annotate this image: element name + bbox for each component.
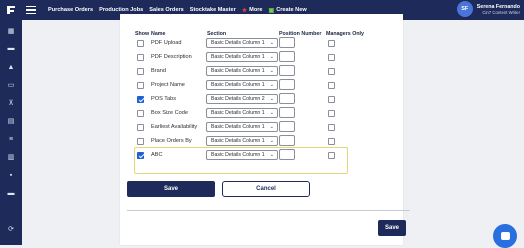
field-name: Brand — [151, 68, 166, 74]
section-select[interactable]: Basic Details Column 1 ⌄ — [206, 66, 278, 76]
show-checkbox[interactable] — [137, 96, 144, 103]
table-row: PDF Upload Basic Details Column 1 ⌄ — [120, 37, 403, 51]
chat-icon — [500, 232, 510, 240]
logo-icon[interactable] — [0, 0, 22, 20]
field-name: POS Tabs — [151, 96, 177, 102]
nav-sales-orders[interactable]: Sales Orders — [149, 7, 184, 13]
user-name: Serena Fernando — [476, 3, 520, 10]
document-icon[interactable]: ▤ — [7, 118, 15, 126]
avatar[interactable]: SF — [456, 1, 473, 17]
chevron-down-icon: ⌄ — [269, 54, 274, 60]
field-name: Box Size Code — [151, 110, 189, 116]
managers-only-checkbox[interactable] — [328, 54, 335, 61]
show-checkbox[interactable] — [137, 124, 144, 131]
managers-only-checkbox[interactable] — [328, 152, 335, 159]
chevron-down-icon: ⌄ — [269, 138, 274, 144]
show-checkbox[interactable] — [137, 54, 144, 61]
nav-production-jobs[interactable]: Production Jobs — [99, 7, 143, 13]
position-input[interactable] — [279, 107, 295, 118]
managers-only-checkbox[interactable] — [328, 82, 335, 89]
table-row: ABC Basic Details Column 1 ⌄ — [120, 149, 403, 163]
sidebar: ▦ ▬ ▲ ▭ ⊼ ▤ ≡ ▥ ▪ ▬ ⟳ — [0, 20, 22, 245]
chevron-down-icon: ⌄ — [269, 152, 274, 158]
table-row: Box Size Code Basic Details Column 1 ⌄ — [120, 107, 403, 121]
position-input[interactable] — [279, 149, 295, 160]
dashboard-icon[interactable]: ▦ — [7, 28, 15, 36]
field-name: PDF Upload — [151, 40, 182, 46]
position-input[interactable] — [279, 79, 295, 90]
field-name: Project Name — [151, 82, 185, 88]
menu-icon[interactable] — [26, 0, 40, 20]
table-row: Brand Basic Details Column 1 ⌄ — [120, 65, 403, 79]
field-name: Earliest Availability — [151, 124, 198, 130]
user-menu[interactable]: SF Serena Fernando Cin7 Content Writer — [456, 1, 520, 17]
table-row: POS Tabs Basic Details Column 2 ⌄ — [120, 93, 403, 107]
table-row: Project Name Basic Details Column 1 ⌄ — [120, 79, 403, 93]
inbox-icon[interactable]: ▬ — [7, 45, 15, 53]
managers-only-checkbox[interactable] — [328, 96, 335, 103]
divider — [127, 210, 410, 211]
show-checkbox[interactable] — [137, 138, 144, 145]
chevron-down-icon: ⌄ — [269, 40, 274, 46]
star-icon: ★ — [241, 7, 248, 14]
plus-square-icon: ▣ — [268, 7, 275, 14]
position-input[interactable] — [279, 65, 295, 76]
main-nav: Purchase Orders Production Jobs Sales Or… — [48, 7, 307, 14]
settings-icon[interactable]: ⟳ — [7, 226, 15, 234]
managers-only-checkbox[interactable] — [328, 124, 335, 131]
save-button[interactable]: Save — [127, 181, 215, 197]
section-select[interactable]: Basic Details Column 2 ⌄ — [206, 94, 278, 104]
folder-icon[interactable]: ▭ — [7, 82, 15, 90]
user-role: Cin7 Content Writer — [482, 9, 520, 15]
section-select[interactable]: Basic Details Column 1 ⌄ — [206, 108, 278, 118]
chat-launcher[interactable] — [493, 224, 517, 248]
managers-only-checkbox[interactable] — [328, 40, 335, 47]
managers-only-checkbox[interactable] — [328, 138, 335, 145]
section-select[interactable]: Basic Details Column 1 ⌄ — [206, 80, 278, 90]
section-select[interactable]: Basic Details Column 1 ⌄ — [206, 136, 278, 146]
section-select[interactable]: Basic Details Column 1 ⌄ — [206, 52, 278, 62]
user-info: Serena Fernando Cin7 Content Writer — [477, 4, 520, 15]
table-row: PDF Description Basic Details Column 1 ⌄ — [120, 51, 403, 65]
position-input[interactable] — [279, 51, 295, 62]
position-input[interactable] — [279, 93, 295, 104]
save-button-bottom[interactable]: Save — [378, 220, 406, 236]
table-row: Earliest Availability Basic Details Colu… — [120, 121, 403, 135]
field-name: PDF Description — [151, 54, 192, 60]
nav-stocktake-master[interactable]: Stocktake Master — [190, 7, 236, 13]
cart-icon[interactable]: ⊼ — [7, 100, 15, 108]
show-checkbox[interactable] — [137, 82, 144, 89]
section-select[interactable]: Basic Details Column 1 ⌄ — [206, 122, 278, 132]
position-input[interactable] — [279, 135, 295, 146]
show-checkbox[interactable] — [137, 68, 144, 75]
field-name: Place Orders By — [151, 138, 192, 144]
section-select[interactable]: Basic Details Column 1 ⌄ — [206, 150, 278, 160]
show-checkbox[interactable] — [137, 110, 144, 117]
chart-icon[interactable]: ▥ — [7, 154, 15, 162]
position-input[interactable] — [279, 37, 295, 48]
position-input[interactable] — [279, 121, 295, 132]
field-name: ABC — [151, 152, 163, 158]
chevron-down-icon: ⌄ — [269, 96, 274, 102]
nav-more[interactable]: ★ More — [242, 7, 263, 14]
chevron-down-icon: ⌄ — [269, 110, 274, 116]
show-checkbox[interactable] — [137, 40, 144, 47]
briefcase-icon[interactable]: ▪ — [7, 172, 15, 180]
chevron-down-icon: ⌄ — [269, 68, 274, 74]
nav-create-new[interactable]: ▣ Create New — [269, 7, 307, 14]
nav-purchase-orders[interactable]: Purchase Orders — [48, 7, 93, 13]
managers-only-checkbox[interactable] — [328, 110, 335, 117]
layers-icon[interactable]: ▬ — [7, 190, 15, 198]
show-checkbox[interactable] — [137, 152, 144, 159]
section-select[interactable]: Basic Details Column 1 ⌄ — [206, 38, 278, 48]
cancel-button[interactable]: Cancel — [222, 181, 310, 197]
tag-icon[interactable]: ▲ — [7, 64, 15, 72]
chevron-down-icon: ⌄ — [269, 124, 274, 130]
managers-only-checkbox[interactable] — [328, 68, 335, 75]
stack-icon[interactable]: ≡ — [7, 136, 15, 144]
chevron-down-icon: ⌄ — [269, 82, 274, 88]
